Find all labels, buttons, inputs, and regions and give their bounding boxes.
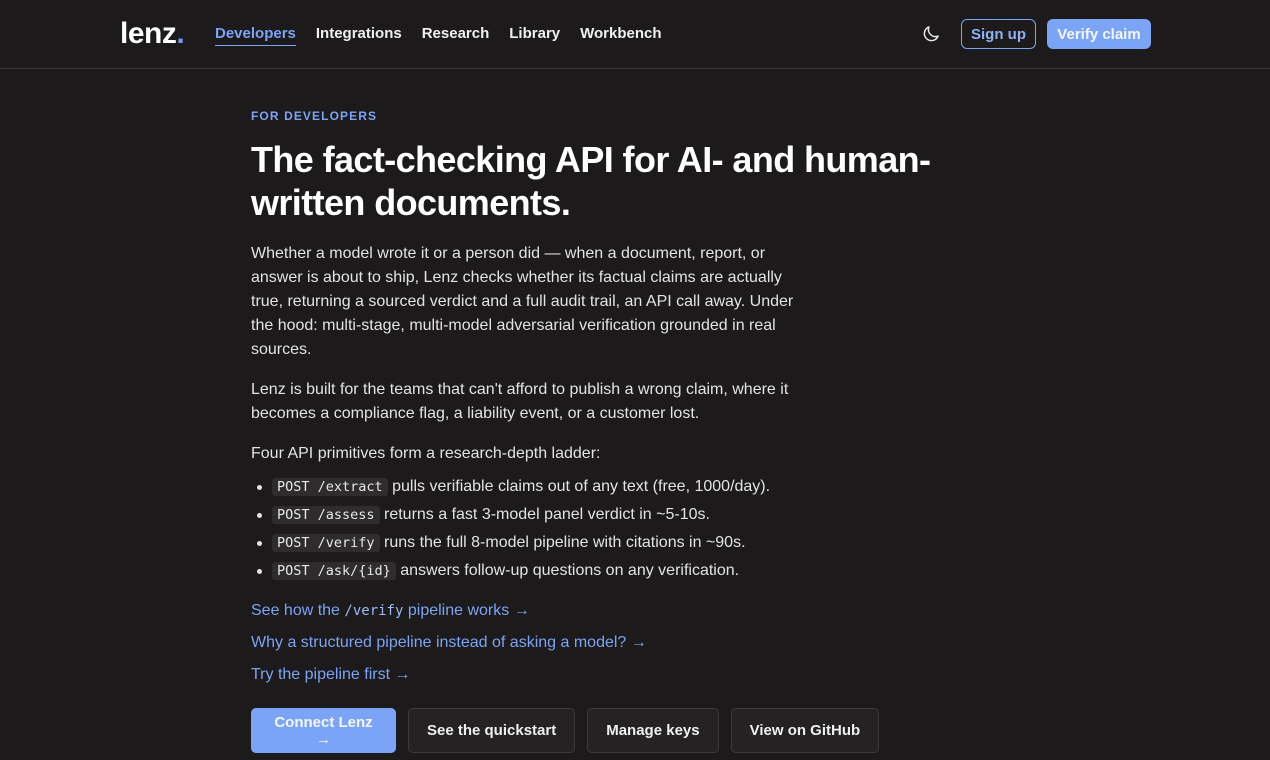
endpoint-code: POST /ask/{id}: [272, 562, 396, 580]
github-button[interactable]: View on GitHub: [730, 708, 880, 753]
verify-pipeline-link[interactable]: See how the /verify pipeline works →: [251, 601, 931, 621]
action-buttons: Connect Lenz → See the quickstart Manage…: [251, 708, 880, 753]
endpoint-description: runs the full 8-model pipeline with cita…: [379, 534, 746, 551]
nav-research[interactable]: Research: [422, 24, 490, 46]
link-text: pipeline works →: [403, 602, 530, 619]
site-header: lenz. Developers Integrations Research L…: [0, 0, 1270, 69]
audience-paragraph: Lenz is built for the teams that can't a…: [251, 381, 789, 422]
primitives-list: POST /extract pulls verifiable claims ou…: [251, 473, 931, 585]
link-text: See how the: [251, 602, 345, 619]
theme-toggle-button[interactable]: [919, 22, 943, 46]
verify-claim-button[interactable]: Verify claim: [1047, 19, 1151, 49]
endpoint-description: pulls verifiable claims out of any text …: [387, 478, 771, 495]
main-content: FOR DEVELOPERS The fact-checking API for…: [251, 100, 931, 697]
moon-icon: [923, 26, 939, 42]
nav-library[interactable]: Library: [509, 24, 560, 46]
connect-lenz-button[interactable]: Connect Lenz →: [251, 708, 396, 753]
link-code: /verify: [344, 603, 404, 619]
endpoint-description: returns a fast 3-model panel verdict in …: [379, 506, 710, 523]
list-item: POST /extract pulls verifiable claims ou…: [251, 473, 931, 501]
nav-integrations[interactable]: Integrations: [316, 24, 402, 46]
endpoint-code: POST /extract: [272, 478, 388, 496]
logo-text: lenz: [120, 17, 177, 50]
quickstart-button[interactable]: See the quickstart: [408, 708, 576, 753]
primitives-intro: Four API primitives form a research-dept…: [251, 445, 601, 462]
page-title: The fact-checking API for AI- and human-…: [251, 139, 931, 223]
list-item: POST /assess returns a fast 3-model pane…: [251, 501, 931, 529]
list-item: POST /ask/{id} answers follow-up questio…: [251, 557, 931, 585]
logo[interactable]: lenz.: [120, 14, 185, 54]
manage-keys-button[interactable]: Manage keys: [587, 708, 719, 753]
sign-up-button[interactable]: Sign up: [961, 19, 1036, 49]
doc-links: See how the /verify pipeline works → Why…: [251, 601, 931, 685]
nav-workbench[interactable]: Workbench: [580, 24, 661, 46]
structured-pipeline-link[interactable]: Why a structured pipeline instead of ask…: [251, 633, 931, 653]
eyebrow-label: FOR DEVELOPERS: [251, 109, 378, 123]
endpoint-code: POST /verify: [272, 534, 380, 552]
endpoint-description: answers follow-up questions on any verif…: [395, 562, 740, 579]
logo-dot: .: [176, 17, 185, 50]
main-nav: Developers Integrations Research Library…: [215, 24, 682, 46]
list-item: POST /verify runs the full 8-model pipel…: [251, 529, 931, 557]
nav-developers[interactable]: Developers: [215, 24, 296, 46]
intro-paragraph: Whether a model wrote it or a person did…: [251, 245, 794, 358]
endpoint-code: POST /assess: [272, 506, 380, 524]
try-pipeline-link[interactable]: Try the pipeline first →: [251, 665, 931, 685]
